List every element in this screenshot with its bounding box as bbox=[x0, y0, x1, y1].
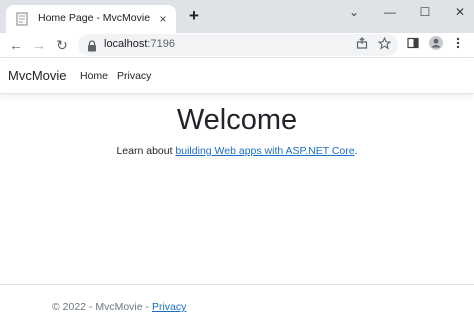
page-favicon-icon bbox=[16, 12, 28, 26]
side-panel-icon[interactable] bbox=[404, 36, 422, 54]
lock-icon[interactable] bbox=[87, 39, 97, 52]
learn-prefix: Learn about bbox=[116, 145, 176, 157]
nav-link-privacy[interactable]: Privacy bbox=[117, 70, 151, 82]
tab-close-icon[interactable]: × bbox=[156, 12, 170, 26]
reload-icon[interactable]: ↻ bbox=[53, 36, 71, 54]
new-tab-icon[interactable]: + bbox=[186, 7, 202, 24]
close-window-icon[interactable]: ✕ bbox=[446, 2, 474, 22]
back-icon[interactable]: ← bbox=[7, 36, 25, 54]
aspnet-docs-link[interactable]: building Web apps with ASP.NET Core bbox=[175, 145, 354, 157]
minimize-icon[interactable]: — bbox=[376, 2, 404, 22]
browser-tab[interactable]: Home Page - MvcMovie × bbox=[6, 5, 176, 33]
site-footer: © 2022 - MvcMovie - Privacy bbox=[52, 301, 186, 313]
url-text: localhost:7196 bbox=[104, 38, 175, 50]
nav-link-home[interactable]: Home bbox=[80, 70, 108, 82]
forward-icon[interactable]: → bbox=[30, 36, 48, 54]
more-menu-icon[interactable] bbox=[449, 36, 467, 54]
learn-suffix: . bbox=[354, 145, 358, 157]
profile-avatar-icon[interactable] bbox=[427, 36, 445, 54]
page-title: Welcome bbox=[176, 104, 298, 136]
web-page: MvcMovie Home Privacy Welcome Learn abou… bbox=[0, 57, 474, 327]
learn-about-text: Learn about building Web apps with ASP.N… bbox=[0, 145, 474, 157]
site-brand-link[interactable]: MvcMovie bbox=[8, 68, 67, 83]
share-icon[interactable] bbox=[354, 37, 370, 53]
tab-search-chevron-icon[interactable]: ⌄ bbox=[340, 2, 368, 22]
url-port: :7196 bbox=[147, 38, 175, 50]
footer-copyright: © 2022 - MvcMovie - bbox=[52, 301, 152, 313]
browser-tab-strip: Home Page - MvcMovie × + ⌄ — ☐ ✕ bbox=[0, 0, 474, 33]
browser-toolbar: ← → ↻ localhost:7196 bbox=[0, 33, 474, 57]
site-navbar: MvcMovie Home Privacy bbox=[0, 58, 474, 94]
url-host: localhost bbox=[104, 38, 148, 50]
maximize-icon[interactable]: ☐ bbox=[411, 2, 439, 22]
address-bar[interactable]: localhost:7196 bbox=[78, 34, 398, 56]
bookmark-star-icon[interactable] bbox=[376, 36, 392, 53]
footer-privacy-link[interactable]: Privacy bbox=[152, 301, 186, 313]
tab-title: Home Page - MvcMovie bbox=[38, 12, 151, 24]
footer-divider bbox=[0, 284, 474, 285]
